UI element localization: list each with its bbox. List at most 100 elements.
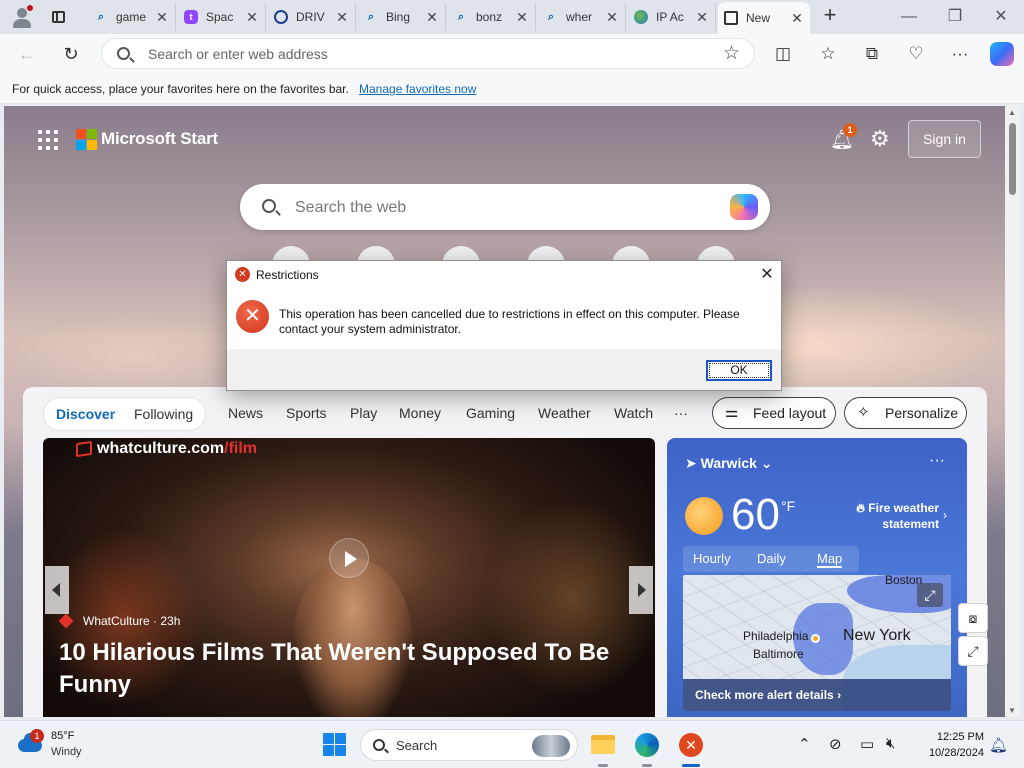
taskbar-search[interactable]: Search bbox=[360, 729, 578, 761]
category-watch[interactable]: Watch bbox=[614, 405, 653, 421]
close-tab-icon[interactable]: ✕ bbox=[605, 9, 619, 26]
manage-favorites-link[interactable]: Manage favorites now bbox=[359, 82, 476, 96]
scroll-down-icon[interactable]: ▼ bbox=[1008, 706, 1016, 715]
file-explorer-icon[interactable] bbox=[588, 730, 618, 760]
settings-gear-icon[interactable]: ⚙ bbox=[870, 126, 890, 152]
volume-muted-icon[interactable]: 🔇︎ bbox=[886, 735, 895, 752]
close-tab-icon[interactable]: ✕ bbox=[790, 10, 804, 27]
scroll-up-icon[interactable]: ▲ bbox=[1008, 108, 1016, 117]
feed-panel: Discover Following News Sports Play Mone… bbox=[23, 387, 987, 717]
expand-icon[interactable]: ⤢ bbox=[958, 636, 988, 666]
close-tab-icon[interactable]: ✕ bbox=[335, 9, 349, 26]
tab-6[interactable]: IP Ac ✕ bbox=[628, 3, 716, 31]
ok-button[interactable]: OK bbox=[706, 360, 772, 381]
restore-icon[interactable]: ❐ bbox=[932, 4, 978, 30]
dialog-message: This operation has been cancelled due to… bbox=[279, 307, 740, 336]
close-tab-icon[interactable]: ✕ bbox=[695, 9, 709, 26]
notification-badge: 1 bbox=[843, 123, 857, 137]
browser-essentials-icon[interactable]: ♡ bbox=[903, 42, 929, 66]
play-video-icon[interactable] bbox=[329, 538, 369, 578]
close-tab-icon[interactable]: ✕ bbox=[155, 9, 169, 26]
tab-label: DRIV bbox=[296, 10, 325, 24]
error-icon: ✕ bbox=[235, 267, 250, 282]
scrollbar-thumb[interactable] bbox=[1009, 123, 1016, 195]
system-clock[interactable]: 12:25 PM 10/28/2024 bbox=[914, 729, 984, 761]
profile-avatar-icon[interactable] bbox=[9, 5, 35, 29]
category-play[interactable]: Play bbox=[350, 405, 377, 421]
network-off-icon[interactable]: ⊘ bbox=[829, 735, 842, 753]
category-sports[interactable]: Sports bbox=[286, 405, 326, 421]
category-gaming[interactable]: Gaming bbox=[466, 405, 515, 421]
weather-location[interactable]: ➤ Warwick ⌄ bbox=[685, 455, 773, 472]
collections-icon[interactable]: ⧉ bbox=[859, 42, 885, 66]
tab-1[interactable]: t Spac ✕ bbox=[178, 3, 266, 31]
notification-bell-icon[interactable]: 🔔︎ bbox=[989, 736, 1008, 754]
personalize-button[interactable]: ✧ Personalize bbox=[844, 397, 967, 429]
address-input[interactable] bbox=[148, 45, 708, 63]
hero-article-card[interactable]: whatculture.com/film WhatCulture · 23h 1… bbox=[43, 438, 655, 717]
copilot-icon[interactable] bbox=[990, 42, 1014, 66]
notifications-bell-icon[interactable]: 🔔︎ 1 bbox=[830, 123, 857, 151]
tab-following[interactable]: Following bbox=[134, 406, 193, 422]
weather-widget[interactable]: 1 85°F Windy bbox=[18, 729, 108, 763]
tab-3[interactable]: ⌕ Bing ✕ bbox=[358, 3, 446, 31]
refresh-icon[interactable]: ↻ bbox=[58, 42, 84, 66]
tab-actions-icon[interactable] bbox=[47, 7, 69, 27]
edge-browser-icon[interactable] bbox=[632, 730, 662, 760]
tab-4[interactable]: ⌕ bonz ✕ bbox=[448, 3, 536, 31]
page-scrollbar[interactable]: ▲ ▼ bbox=[1005, 106, 1020, 717]
weather-map[interactable]: Boston Philadelphia Baltimore New York ⤢… bbox=[683, 575, 951, 711]
search-icon bbox=[262, 199, 276, 213]
category-news[interactable]: News bbox=[228, 405, 263, 421]
weather-more-icon[interactable]: ··· bbox=[929, 452, 945, 470]
sparkle-icon: ✧ bbox=[857, 404, 870, 421]
app-launcher-icon[interactable] bbox=[38, 130, 58, 150]
copilot-icon[interactable] bbox=[730, 194, 758, 220]
tab-0[interactable]: ⌕ game ✕ bbox=[88, 3, 176, 31]
more-categories-icon[interactable]: ··· bbox=[674, 405, 688, 421]
tab-discover[interactable]: Discover bbox=[56, 406, 115, 422]
tab-hourly[interactable]: Hourly bbox=[693, 551, 731, 566]
carousel-prev-icon[interactable] bbox=[45, 566, 69, 614]
expand-map-icon[interactable]: ⤢ bbox=[917, 583, 943, 607]
back-arrow-icon[interactable]: ← bbox=[14, 42, 40, 66]
close-tab-icon[interactable]: ✕ bbox=[425, 9, 439, 26]
new-tab-button[interactable]: + bbox=[818, 4, 842, 28]
sign-in-button[interactable]: Sign in bbox=[908, 120, 981, 158]
tab-7[interactable]: New ✕ bbox=[718, 2, 810, 34]
web-search-box[interactable] bbox=[240, 184, 770, 230]
feedback-icon[interactable]: ⧇ bbox=[958, 603, 988, 633]
close-tab-icon[interactable]: ✕ bbox=[515, 9, 529, 26]
tab-label: wher bbox=[566, 10, 593, 24]
chevron-up-icon[interactable]: ⌃ bbox=[798, 735, 811, 753]
minimize-icon[interactable]: — bbox=[886, 4, 932, 30]
tab-daily[interactable]: Daily bbox=[757, 551, 786, 566]
tab-label: IP Ac bbox=[656, 10, 684, 24]
split-screen-icon[interactable]: ◫ bbox=[770, 42, 796, 66]
carousel-next-icon[interactable] bbox=[629, 566, 653, 614]
twitch-icon: t bbox=[184, 10, 198, 24]
article-headline[interactable]: 10 Hilarious Films That Weren't Supposed… bbox=[59, 637, 619, 701]
error-app-icon[interactable] bbox=[676, 730, 706, 760]
weather-alert[interactable]: 🔥︎ Fire weather statement bbox=[853, 500, 939, 532]
feed-layout-button[interactable]: ⚌ Feed layout bbox=[712, 397, 836, 429]
weather-card[interactable]: ➤ Warwick ⌄ ··· 60 °F 🔥︎ Fire weather st… bbox=[667, 438, 967, 717]
web-search-input[interactable] bbox=[295, 198, 695, 218]
dialog-close-icon[interactable]: ✕ bbox=[757, 265, 777, 285]
tab-2[interactable]: DRIV ✕ bbox=[268, 3, 356, 31]
favorite-star-icon[interactable]: ☆ bbox=[723, 42, 740, 65]
close-tab-icon[interactable]: ✕ bbox=[245, 9, 259, 26]
display-icon[interactable]: ▭ bbox=[860, 735, 874, 753]
more-options-icon[interactable]: ··· bbox=[947, 42, 973, 66]
tab-map[interactable]: Map bbox=[817, 551, 843, 568]
more-alert-details-link[interactable]: Check more alert details › bbox=[683, 679, 951, 711]
favorites-icon[interactable]: ☆ bbox=[815, 42, 841, 66]
active-indicator bbox=[682, 764, 700, 767]
category-weather[interactable]: Weather bbox=[538, 405, 591, 421]
category-money[interactable]: Money bbox=[399, 405, 441, 421]
close-window-icon[interactable]: ✕ bbox=[978, 4, 1024, 30]
address-bar[interactable]: ☆ bbox=[101, 38, 755, 69]
tab-5[interactable]: ⌕ wher ✕ bbox=[538, 3, 626, 31]
brand-title[interactable]: Microsoft Start bbox=[101, 129, 218, 149]
start-button[interactable] bbox=[323, 733, 346, 756]
